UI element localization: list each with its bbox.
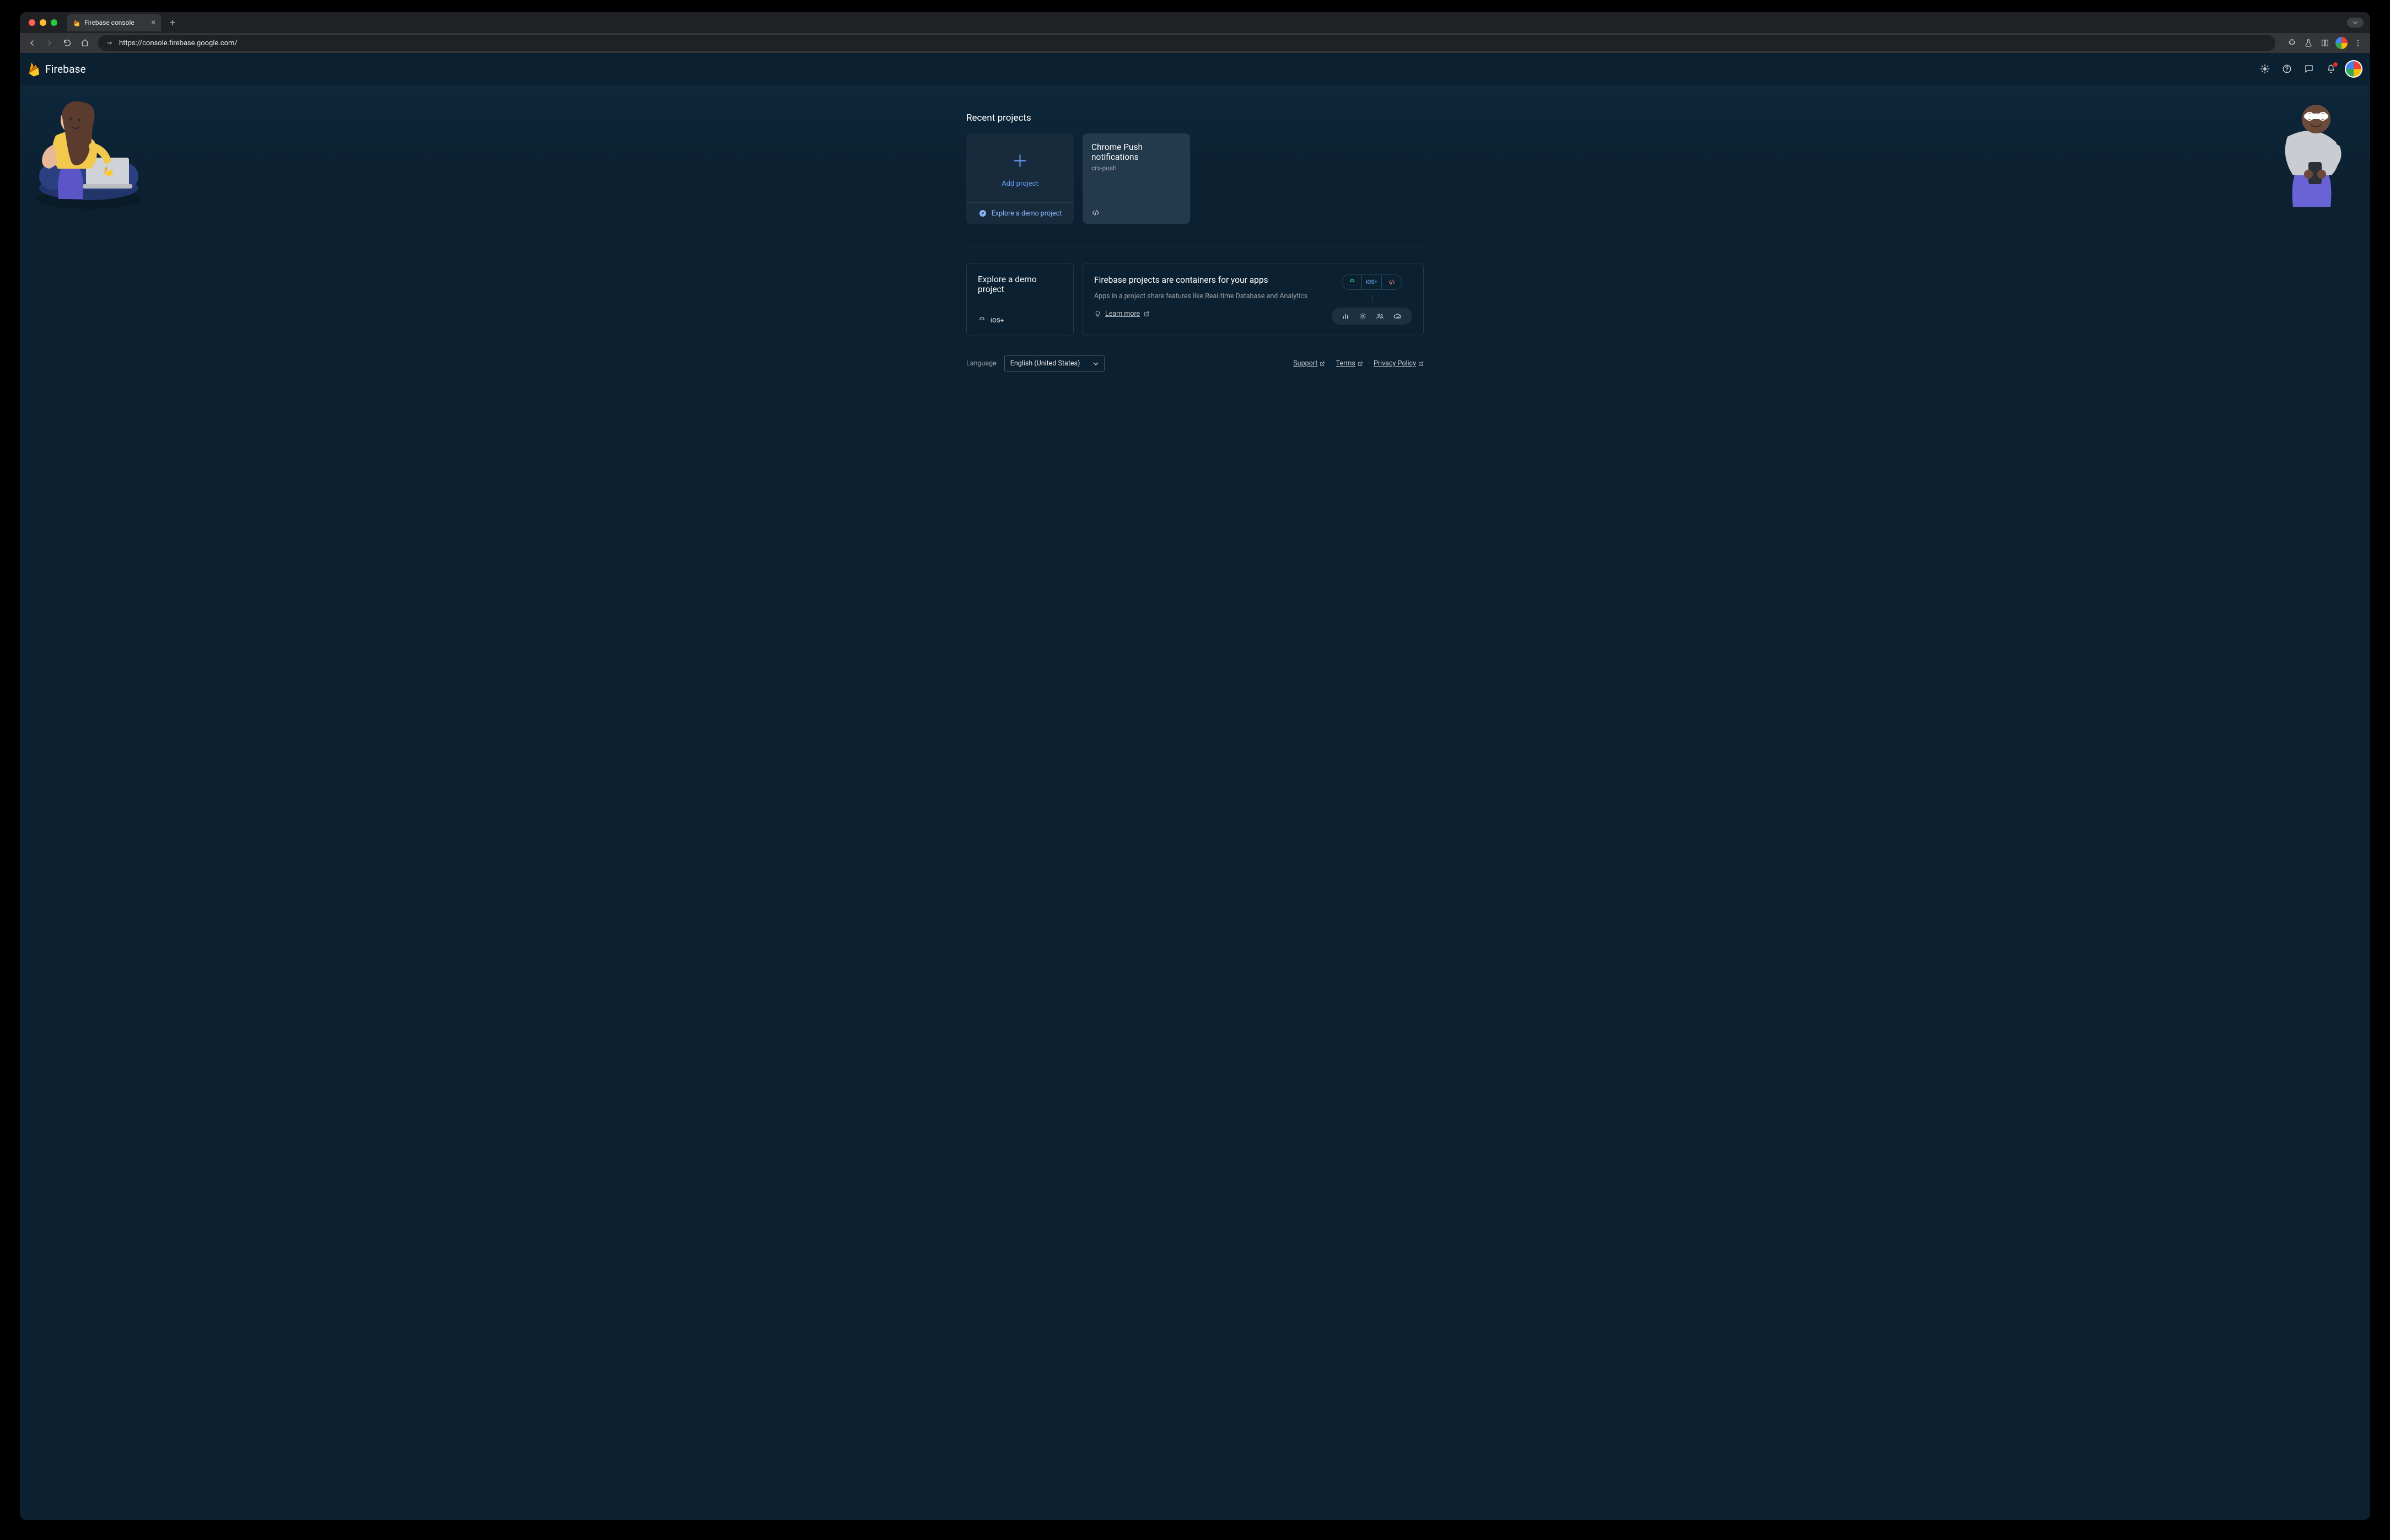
page-content: Firebase Recent pro	[20, 53, 2370, 1520]
external-link-icon	[1358, 361, 1363, 367]
learn-more-link[interactable]: Learn more	[1094, 310, 1150, 318]
add-project-card: ＋ Add project Explore a demo project	[966, 133, 1074, 224]
new-tab-button[interactable]: +	[165, 15, 180, 30]
containers-desc: Apps in a project share features like Re…	[1094, 292, 1318, 301]
lightbulb-icon	[1094, 310, 1101, 317]
back-button[interactable]	[24, 35, 40, 51]
labs-button[interactable]	[2301, 35, 2316, 51]
cloud-icon	[1393, 312, 1402, 320]
containers-title: Firebase projects are containers for you…	[1094, 274, 1318, 286]
platforms-diagram: iOS+	[1332, 274, 1412, 325]
address-bar[interactable]: https://console.firebase.google.com/	[98, 35, 2275, 51]
firebase-top-bar: Firebase	[20, 53, 2370, 85]
learn-more-label: Learn more	[1105, 310, 1140, 318]
explore-demo-title: Explore a demo project	[978, 274, 1062, 294]
project-id: crx-push	[1091, 164, 1181, 172]
notifications-button[interactable]	[2323, 61, 2339, 77]
containers-info-card: Firebase projects are containers for you…	[1083, 263, 1424, 336]
url-text: https://console.firebase.google.com/	[119, 39, 238, 47]
ios-icon: iOS+	[991, 317, 1004, 324]
project-name: Chrome Push notifications	[1091, 142, 1181, 162]
chevron-down-icon	[1093, 361, 1099, 367]
external-link-icon	[1144, 311, 1150, 317]
analytics-icon	[1342, 312, 1350, 320]
feedback-button[interactable]	[2301, 61, 2317, 77]
android-icon	[978, 316, 986, 325]
menu-button[interactable]	[2350, 35, 2366, 51]
browser-window: Firebase console × + https://console.fir…	[20, 12, 2370, 1520]
maximize-window[interactable]	[51, 19, 57, 26]
compass-icon	[978, 209, 987, 218]
firebase-logo[interactable]: Firebase	[28, 61, 86, 77]
explore-demo-link[interactable]: Explore a demo project	[966, 202, 1074, 224]
android-platform-pill	[1342, 275, 1362, 289]
minimize-window[interactable]	[40, 19, 46, 26]
forward-button[interactable]	[42, 35, 57, 51]
settings-icon	[1359, 312, 1367, 320]
firebase-flame-icon	[28, 61, 40, 77]
tab-firebase-console[interactable]: Firebase console ×	[67, 14, 161, 31]
browser-toolbar: https://console.firebase.google.com/	[20, 33, 2370, 53]
users-icon	[1376, 312, 1384, 320]
theme-toggle-button[interactable]	[2257, 61, 2273, 77]
recent-projects-heading: Recent projects	[966, 112, 1424, 123]
project-card[interactable]: Chrome Push notifications crx-push	[1083, 133, 1190, 224]
notification-badge	[2333, 62, 2338, 67]
close-tab-icon[interactable]: ×	[152, 18, 155, 27]
hero-illustration-right	[2265, 91, 2365, 213]
ios-platform-pill: iOS+	[1362, 275, 1382, 289]
add-project-button[interactable]: ＋ Add project	[966, 133, 1074, 202]
help-button[interactable]	[2279, 61, 2295, 77]
language-label: Language	[966, 359, 997, 368]
reload-button[interactable]	[60, 35, 75, 51]
web-platform-icon	[1091, 208, 1100, 217]
window-controls	[29, 19, 57, 26]
hero-illustration-left	[25, 91, 152, 213]
close-window[interactable]	[29, 19, 35, 26]
support-link[interactable]: Support	[1293, 359, 1325, 368]
external-link-icon	[1418, 361, 1424, 367]
brand-name: Firebase	[45, 63, 86, 76]
add-project-label: Add project	[1002, 180, 1038, 188]
tab-overflow-button[interactable]	[2347, 18, 2364, 28]
site-info-icon[interactable]	[106, 39, 114, 47]
web-platform-pill	[1382, 275, 1402, 289]
google-account-button[interactable]	[2345, 60, 2362, 78]
tab-strip: Firebase console × +	[20, 12, 2370, 33]
firebase-favicon	[73, 19, 80, 26]
home-button[interactable]	[77, 35, 93, 51]
language-selector[interactable]: English (United States)	[1004, 355, 1105, 372]
explore-demo-label: Explore a demo project	[992, 209, 1062, 218]
external-link-icon	[1320, 361, 1325, 367]
profile-button[interactable]	[2334, 35, 2349, 51]
privacy-link[interactable]: Privacy Policy	[1374, 359, 1424, 368]
language-value: English (United States)	[1010, 359, 1080, 368]
tab-title: Firebase console	[84, 19, 134, 26]
explore-demo-card[interactable]: Explore a demo project iOS+	[966, 263, 1074, 336]
plus-icon: ＋	[1012, 148, 1029, 172]
terms-link[interactable]: Terms	[1336, 359, 1363, 368]
reading-list-button[interactable]	[2317, 35, 2333, 51]
extensions-button[interactable]	[2284, 35, 2300, 51]
